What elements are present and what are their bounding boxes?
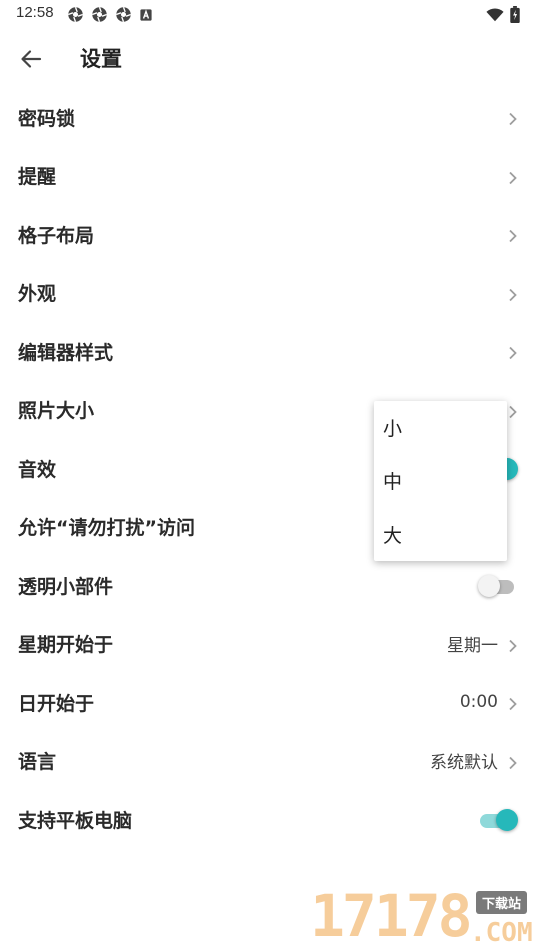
chevron-right-icon xyxy=(509,230,517,243)
aperture-icon xyxy=(116,7,131,22)
setting-label: 外观 xyxy=(18,283,57,306)
chevron-right-icon xyxy=(509,171,517,184)
photo-size-option-small[interactable]: 小 xyxy=(374,401,507,454)
setting-reminder[interactable]: 提醒 xyxy=(0,147,534,206)
setting-label: 格子布局 xyxy=(18,224,95,247)
setting-label: 允许“请勿打扰”访问 xyxy=(18,517,195,540)
watermark-number: 17178 xyxy=(310,882,473,950)
setting-language[interactable]: 语言 系统默认 xyxy=(0,732,534,791)
setting-label: 语言 xyxy=(18,751,57,774)
chevron-right-icon xyxy=(509,756,517,769)
transparent-widget-toggle[interactable] xyxy=(478,574,518,600)
chevron-right-icon xyxy=(509,405,517,418)
setting-value: 0:00 xyxy=(459,692,498,713)
setting-label: 提醒 xyxy=(18,166,57,189)
setting-value: 系统默认 xyxy=(430,753,498,774)
setting-label: 照片大小 xyxy=(18,400,95,423)
setting-password-lock[interactable]: 密码锁 xyxy=(0,88,534,147)
setting-label: 编辑器样式 xyxy=(18,341,114,364)
toggle-thumb xyxy=(496,809,518,832)
chevron-right-icon xyxy=(509,113,517,126)
setting-day-start[interactable]: 日开始于 0:00 xyxy=(0,673,534,732)
setting-label: 支持平板电脑 xyxy=(18,809,133,832)
notification-icons xyxy=(67,6,153,23)
setting-label: 密码锁 xyxy=(18,107,76,130)
setting-grid-layout[interactable]: 格子布局 xyxy=(0,205,534,264)
chevron-right-icon xyxy=(509,288,517,301)
setting-appearance[interactable]: 外观 xyxy=(0,264,534,323)
watermark-domain: .COM xyxy=(470,918,533,948)
watermark: 17178 下载站 .COM xyxy=(310,882,534,950)
setting-value: 星期一 xyxy=(447,636,498,657)
back-arrow-icon[interactable] xyxy=(16,44,46,74)
app-bar: 设置 xyxy=(0,28,534,88)
photo-size-option-medium[interactable]: 中 xyxy=(374,454,507,507)
status-bar: 12:58 xyxy=(0,0,534,28)
aperture-icon xyxy=(92,7,107,22)
watermark-badge: 下载站 xyxy=(476,891,528,914)
aperture-icon xyxy=(68,7,83,22)
photo-size-menu: 小 中 大 xyxy=(374,401,507,561)
a-badge-icon xyxy=(140,8,152,21)
chevron-right-icon xyxy=(509,639,517,652)
setting-tablet-support[interactable]: 支持平板电脑 xyxy=(0,790,534,849)
photo-size-option-large[interactable]: 大 xyxy=(374,508,507,561)
setting-label: 透明小部件 xyxy=(18,575,114,598)
chevron-right-icon xyxy=(509,698,517,711)
setting-label: 日开始于 xyxy=(18,692,95,715)
chevron-right-icon xyxy=(509,347,517,360)
status-time: 12:58 xyxy=(16,4,54,21)
tablet-support-toggle[interactable] xyxy=(480,808,518,834)
page-title: 设置 xyxy=(80,47,122,71)
setting-label: 星期开始于 xyxy=(18,634,114,657)
wifi-icon xyxy=(486,8,504,21)
setting-editor-style[interactable]: 编辑器样式 xyxy=(0,322,534,381)
setting-transparent-widget[interactable]: 透明小部件 xyxy=(0,556,534,615)
setting-week-start[interactable]: 星期开始于 星期一 xyxy=(0,615,534,674)
battery-charging-icon xyxy=(510,6,520,23)
setting-label: 音效 xyxy=(18,458,57,481)
status-right-icons xyxy=(486,6,520,23)
